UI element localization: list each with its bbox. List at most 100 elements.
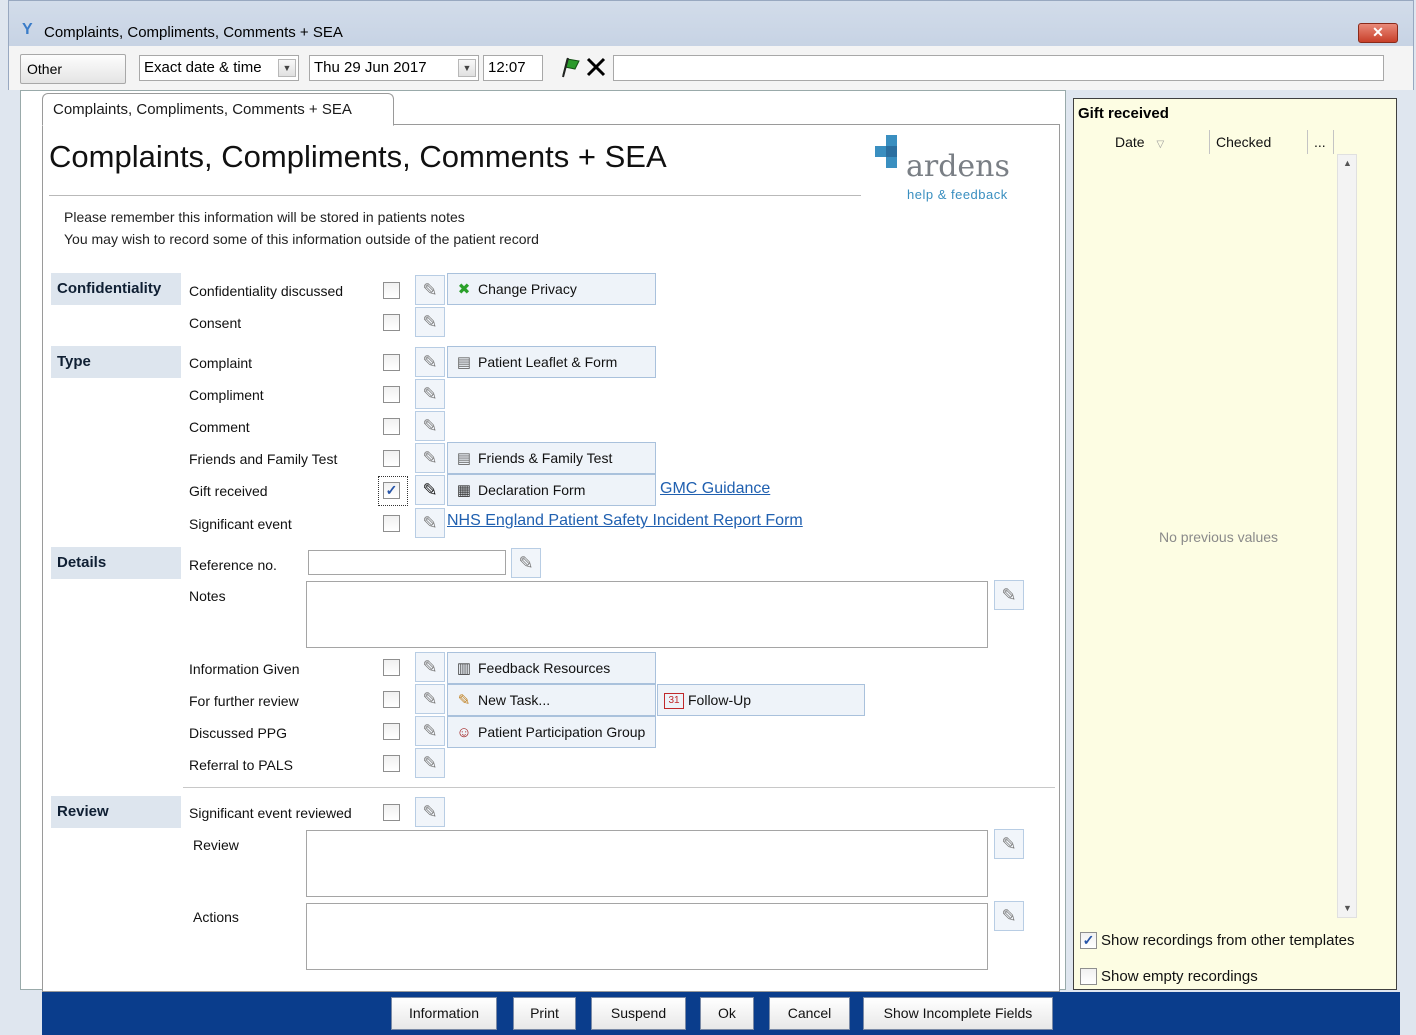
patient-leaflet-button[interactable]: ▤ Patient Leaflet & Form xyxy=(447,346,656,378)
pencil-icon[interactable]: ✎ xyxy=(415,443,445,473)
follow-up-label: Follow-Up xyxy=(688,692,752,708)
pencil-icon[interactable]: ✎ xyxy=(994,901,1024,931)
clear-x-icon[interactable] xyxy=(585,56,607,78)
print-button[interactable]: Print xyxy=(513,997,576,1030)
close-window-button[interactable]: ✕ xyxy=(1358,23,1398,43)
scrollbar[interactable] xyxy=(1337,154,1357,918)
gmc-guidance-link[interactable]: GMC Guidance xyxy=(660,479,770,499)
checkbox-confidentiality-discussed[interactable] xyxy=(383,282,400,299)
checkbox-significant-event[interactable] xyxy=(383,515,400,532)
label-friends-family-test: Friends and Family Test xyxy=(189,451,338,467)
pencil-icon[interactable]: ✎ xyxy=(994,580,1024,610)
ok-button[interactable]: Ok xyxy=(700,997,754,1030)
label-information-given: Information Given xyxy=(189,661,300,677)
label-further-review: For further review xyxy=(189,693,299,709)
pencil-icon[interactable]: ✎ xyxy=(415,275,445,305)
pencil-icon[interactable]: ✎ xyxy=(415,716,445,746)
label-reference-no: Reference no. xyxy=(189,557,277,573)
help-feedback-link[interactable]: help & feedback xyxy=(907,187,1008,202)
pencil-icon[interactable]: ✎ xyxy=(415,748,445,778)
date-mode-select[interactable]: Exact date & time ▼ xyxy=(139,55,299,81)
label-show-empty: Show empty recordings xyxy=(1101,968,1258,985)
checkbox-information-given[interactable] xyxy=(383,659,400,676)
pencil-icon[interactable]: ✎ xyxy=(415,508,445,538)
checkbox-discussed-ppg[interactable] xyxy=(383,723,400,740)
resources-icon: ▥ xyxy=(456,660,472,677)
reference-no-input[interactable] xyxy=(308,550,506,575)
free-text-field[interactable] xyxy=(613,55,1384,81)
change-privacy-button[interactable]: ✖ Change Privacy xyxy=(447,273,656,305)
friends-family-label: Friends & Family Test xyxy=(478,450,613,466)
date-mode-value: Exact date & time xyxy=(144,59,262,76)
new-task-button[interactable]: ✎ New Task... xyxy=(447,684,656,716)
pencil-icon[interactable]: ✎ xyxy=(994,829,1024,859)
feedback-resources-button[interactable]: ▥ Feedback Resources xyxy=(447,652,656,684)
checkbox-consent[interactable] xyxy=(383,314,400,331)
chevron-down-icon[interactable]: ▼ xyxy=(278,59,296,77)
pencil-icon[interactable]: ✎ xyxy=(415,347,445,377)
column-more[interactable]: ... xyxy=(1310,130,1334,154)
pencil-icon[interactable]: ✎ xyxy=(415,411,445,441)
app-logo-icon: Y xyxy=(22,21,33,38)
patient-leaflet-label: Patient Leaflet & Form xyxy=(478,354,618,370)
scroll-up-icon[interactable]: ▲ xyxy=(1343,158,1352,168)
pencil-icon[interactable]: ✎ xyxy=(415,684,445,714)
suspend-button[interactable]: Suspend xyxy=(591,997,686,1030)
group-icon: ☺ xyxy=(456,724,472,741)
pencil-icon[interactable]: ✎ xyxy=(415,475,445,505)
friends-family-button[interactable]: ▤ Friends & Family Test xyxy=(447,442,656,474)
column-date-label: Date xyxy=(1115,134,1145,150)
pencil-icon[interactable]: ✎ xyxy=(415,652,445,682)
document-icon: ▦ xyxy=(456,482,472,499)
title-divider xyxy=(49,195,861,196)
leaflet-icon: ▤ xyxy=(456,354,472,371)
checkbox-referral-pals[interactable] xyxy=(383,755,400,772)
label-comment: Comment xyxy=(189,419,250,435)
label-gift-received: Gift received xyxy=(189,483,268,499)
notes-textarea[interactable] xyxy=(306,581,988,648)
calendar-icon: 31 xyxy=(664,693,684,710)
cancel-button[interactable]: Cancel xyxy=(769,997,850,1030)
tab-complaints[interactable]: Complaints, Compliments, Comments + SEA xyxy=(42,93,394,126)
label-complaint: Complaint xyxy=(189,355,253,371)
ppg-button[interactable]: ☺ Patient Participation Group xyxy=(447,716,656,748)
checkbox-show-empty[interactable] xyxy=(1080,968,1097,985)
follow-up-button[interactable]: 31 Follow-Up xyxy=(657,684,865,716)
column-date[interactable]: Date ▽ xyxy=(1078,130,1210,154)
checkbox-show-other-templates[interactable] xyxy=(1080,932,1097,949)
checkbox-comment[interactable] xyxy=(383,418,400,435)
date-field[interactable]: Thu 29 Jun 2017 ▼ xyxy=(309,55,479,81)
checkbox-complaint[interactable] xyxy=(383,354,400,371)
pencil-icon[interactable]: ✎ xyxy=(415,797,445,827)
scroll-down-icon[interactable]: ▼ xyxy=(1343,903,1352,913)
calendar-dropdown-icon[interactable]: ▼ xyxy=(458,59,476,77)
label-show-other-templates: Show recordings from other templates xyxy=(1101,932,1355,949)
review-textarea[interactable] xyxy=(306,830,988,897)
notice-line-1: Please remember this information will be… xyxy=(64,209,465,225)
checkbox-gift-received[interactable] xyxy=(383,482,400,499)
label-referral-pals: Referral to PALS xyxy=(189,757,294,773)
checkbox-sig-event-reviewed[interactable] xyxy=(383,804,400,821)
label-actions: Actions xyxy=(193,909,239,925)
declaration-form-button[interactable]: ▦ Declaration Form xyxy=(447,474,656,506)
time-field[interactable]: 12:07 xyxy=(483,55,543,81)
ppg-label: Patient Participation Group xyxy=(478,724,646,740)
column-checked[interactable]: Checked xyxy=(1212,130,1308,154)
other-details-button[interactable]: Other Details... xyxy=(20,54,126,105)
section-review: Review xyxy=(51,796,181,828)
pencil-icon[interactable]: ✎ xyxy=(415,379,445,409)
section-type: Type xyxy=(51,346,181,378)
nhs-incident-report-link[interactable]: NHS England Patient Safety Incident Repo… xyxy=(447,511,803,531)
actions-textarea[interactable] xyxy=(306,903,988,970)
checkbox-further-review[interactable] xyxy=(383,691,400,708)
task-icon: ✎ xyxy=(457,692,471,709)
checkbox-friends-family-test[interactable] xyxy=(383,450,400,467)
checkbox-compliment[interactable] xyxy=(383,386,400,403)
show-incomplete-button[interactable]: Show Incomplete Fields xyxy=(863,997,1053,1030)
information-button[interactable]: Information xyxy=(391,997,497,1030)
section-confidentiality: Confidentiality xyxy=(51,273,181,305)
flag-icon[interactable] xyxy=(557,55,581,79)
pencil-icon[interactable]: ✎ xyxy=(511,548,541,578)
label-discussed-ppg: Discussed PPG xyxy=(189,725,288,741)
pencil-icon[interactable]: ✎ xyxy=(415,307,445,337)
